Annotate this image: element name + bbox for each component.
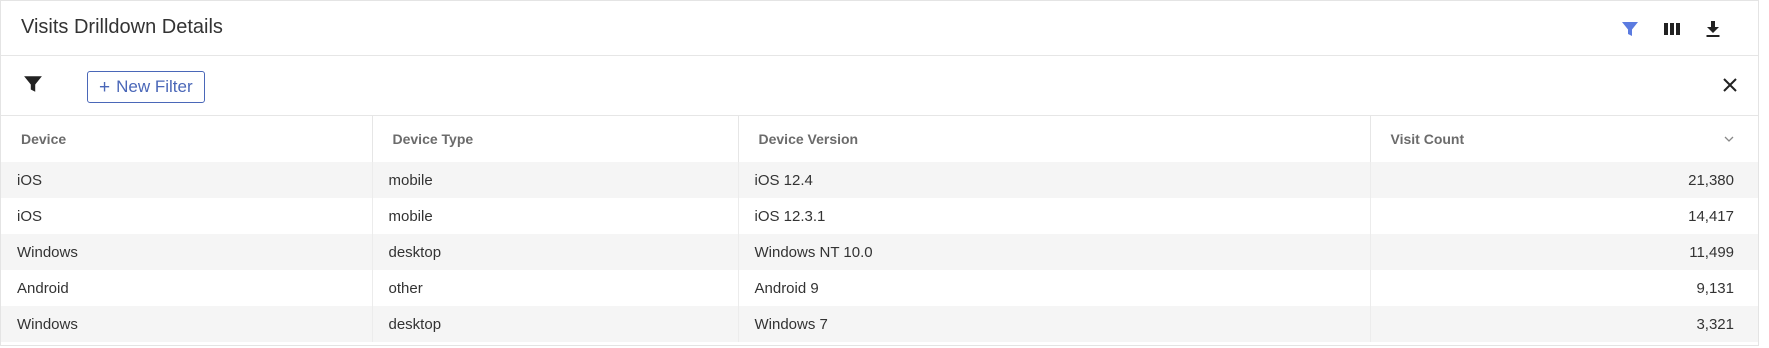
plus-icon: + xyxy=(99,76,111,98)
cell-visit-count: 3,321 xyxy=(1369,306,1758,342)
cell-visit-count: 9,131 xyxy=(1369,270,1758,306)
table-header-row: Device Device Type Device Version Visit … xyxy=(1,116,1758,162)
columns-icon xyxy=(1664,23,1680,35)
cell-device: iOS xyxy=(17,207,43,225)
visits-table: Device Device Type Device Version Visit … xyxy=(1,116,1758,342)
cell-device-version: Windows 7 xyxy=(737,306,1370,342)
chevron-down-icon[interactable] xyxy=(1724,135,1734,143)
cell-device: Windows xyxy=(1,234,372,270)
table-row[interactable]: Windows desktop Windows 7 3,321 xyxy=(1,306,1758,342)
cell-device-version: Windows NT 10.0 xyxy=(737,234,1370,270)
download-icon xyxy=(1706,21,1720,37)
cell-device-version: Android 9 xyxy=(737,270,1370,306)
cell-device: Windows xyxy=(1,306,372,342)
cell-device-version: iOS 12.4 xyxy=(737,162,1370,198)
column-header-visit-count-label: Visit Count xyxy=(1390,131,1465,147)
panel-title: Visits Drilldown Details xyxy=(21,16,223,38)
cell-visit-count: 14,417 xyxy=(1369,198,1758,234)
filter-bar: + New Filter xyxy=(1,56,1758,116)
panel-header: Visits Drilldown Details xyxy=(1,1,1758,56)
column-header-device-version[interactable]: Device Version xyxy=(737,116,1370,162)
columns-button[interactable] xyxy=(1661,18,1683,40)
filter-toggle-button[interactable] xyxy=(1619,18,1641,40)
filter-icon xyxy=(24,76,42,92)
filter-icon xyxy=(1622,22,1638,36)
download-button[interactable] xyxy=(1702,18,1724,40)
column-header-visit-count[interactable]: Visit Count xyxy=(1369,116,1758,162)
cell-device-type: mobile xyxy=(371,162,738,198)
column-header-device[interactable]: Device xyxy=(1,116,372,162)
cell-device-type: mobile xyxy=(371,198,738,234)
cell-device-version: iOS 12.3.1 xyxy=(737,198,1370,234)
table-row[interactable]: iOS mobile iOS 12.4 21,380 xyxy=(1,162,1758,198)
cell-device: iOS xyxy=(1,162,372,198)
cell-visit-count: 11,499 xyxy=(1369,234,1758,270)
new-filter-button[interactable]: + New Filter xyxy=(87,71,205,103)
cell-visit-count: 21,380 xyxy=(1369,162,1758,198)
cell-device: Android xyxy=(17,279,69,297)
table-row[interactable]: Android other Android 9 9,131 xyxy=(1,270,1758,306)
cell-device-type: other xyxy=(371,270,738,306)
visits-drilldown-panel: Visits Drilldown Details + New Filter De… xyxy=(0,0,1759,346)
cell-device-type: desktop xyxy=(371,234,738,270)
cell-device-type: desktop xyxy=(371,306,738,342)
close-icon[interactable] xyxy=(1720,75,1740,95)
new-filter-label: New Filter xyxy=(116,77,193,96)
column-header-device-type[interactable]: Device Type xyxy=(371,116,738,162)
table-row[interactable]: iOS mobile iOS 12.3.1 14,417 xyxy=(1,198,1758,234)
table-row[interactable]: Windows desktop Windows NT 10.0 11,499 xyxy=(1,234,1758,270)
